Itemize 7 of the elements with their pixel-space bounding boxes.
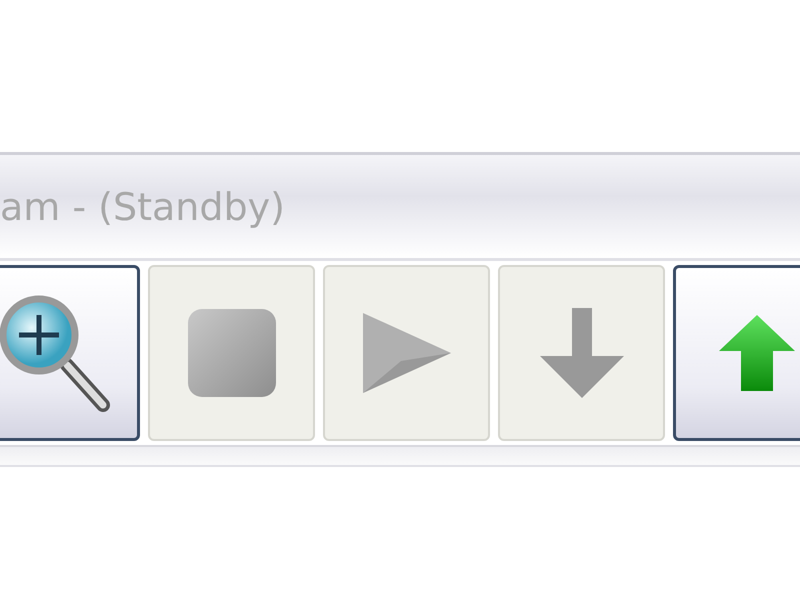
upload-button[interactable]	[673, 265, 800, 441]
play-icon	[360, 311, 452, 395]
down-arrow-icon	[540, 308, 624, 398]
window-title: am - (Standby)	[0, 184, 285, 228]
stop-icon	[186, 307, 278, 399]
zoom-in-button[interactable]	[0, 265, 140, 441]
up-arrow-icon	[718, 315, 794, 391]
